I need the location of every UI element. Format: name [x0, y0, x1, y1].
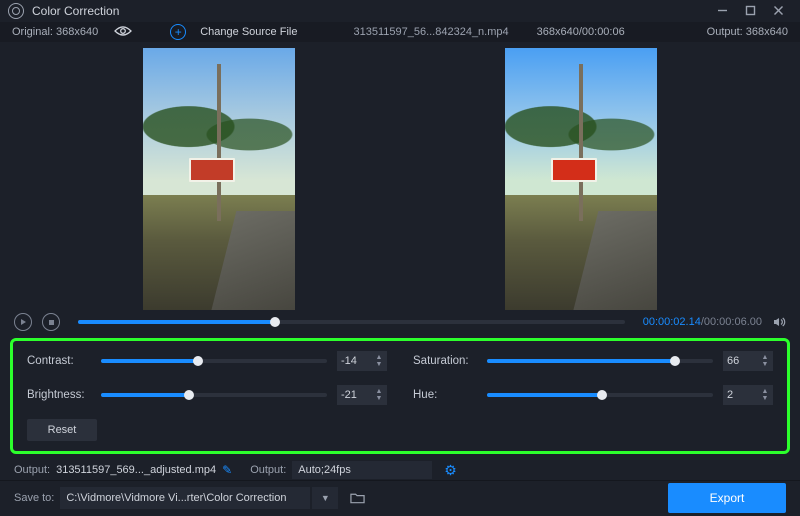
info-header: Original: 368x640 Change Source File 313…: [0, 23, 800, 42]
brightness-label: Brightness:: [27, 389, 91, 401]
preview-output: [505, 48, 657, 310]
play-icon: [21, 319, 26, 325]
stop-button[interactable]: [42, 313, 60, 331]
chevron-up-icon[interactable]: ▲: [373, 388, 385, 395]
close-button[interactable]: [764, 1, 792, 21]
export-button[interactable]: Export: [668, 483, 786, 513]
save-row: Save to: C:\Vidmore\Vidmore Vi...rter\Co…: [0, 481, 800, 516]
saturation-label: Saturation:: [413, 355, 477, 367]
chevron-up-icon[interactable]: ▲: [373, 354, 385, 361]
minimize-button[interactable]: [708, 1, 736, 21]
chevron-down-icon[interactable]: ▼: [373, 395, 385, 402]
contrast-label: Contrast:: [27, 355, 91, 367]
contrast-value-stepper[interactable]: -14▲▼: [337, 351, 387, 371]
color-controls-panel: Contrast: -14▲▼ Saturation: 66▲▼ Brightn…: [10, 338, 790, 454]
timeline-slider[interactable]: [78, 320, 625, 324]
play-button[interactable]: [14, 313, 32, 331]
original-size-label: Original: 368x640: [12, 26, 98, 38]
edit-output-name-icon[interactable]: ✎: [222, 463, 232, 477]
titlebar: Color Correction: [0, 0, 800, 23]
output-filename: 313511597_569..._adjusted.mp4: [56, 464, 216, 476]
chevron-down-icon[interactable]: ▼: [759, 395, 771, 402]
saturation-control: Saturation: 66▲▼: [413, 351, 773, 371]
preview-area: [0, 42, 800, 310]
brightness-value-stepper[interactable]: -21▲▼: [337, 385, 387, 405]
output-format-prefix: Output:: [250, 464, 286, 476]
transport-bar: 00:00:02.14/00:00:06.00: [0, 310, 800, 334]
saturation-value-stepper[interactable]: 66▲▼: [723, 351, 773, 371]
saturation-slider[interactable]: [487, 359, 713, 363]
chevron-down-icon[interactable]: ▼: [759, 361, 771, 368]
contrast-control: Contrast: -14▲▼: [27, 351, 387, 371]
open-folder-button[interactable]: [344, 487, 370, 509]
chevron-down-icon[interactable]: ▼: [373, 361, 385, 368]
source-dims-duration: 368x640/00:00:06: [537, 26, 625, 38]
chevron-up-icon[interactable]: ▲: [759, 388, 771, 395]
app-window: Color Correction Original: 368x640 Chang…: [0, 0, 800, 516]
output-info-row: Output: 313511597_569..._adjusted.mp4 ✎ …: [0, 460, 800, 479]
brightness-control: Brightness: -21▲▼: [27, 385, 387, 405]
source-filename: 313511597_56...842324_n.mp4: [353, 26, 508, 38]
hue-label: Hue:: [413, 389, 477, 401]
maximize-button[interactable]: [736, 1, 764, 21]
save-path-dropdown[interactable]: ▼: [312, 487, 338, 509]
change-source-button[interactable]: Change Source File: [200, 26, 297, 38]
save-path-field[interactable]: C:\Vidmore\Vidmore Vi...rter\Color Corre…: [60, 487, 310, 509]
output-file-prefix: Output:: [14, 464, 50, 476]
window-title: Color Correction: [32, 4, 119, 18]
time-current: 00:00:02.14: [643, 316, 701, 328]
volume-icon[interactable]: [772, 315, 786, 329]
hue-slider[interactable]: [487, 393, 713, 397]
app-icon: [8, 3, 24, 19]
time-duration: /00:00:06.00: [701, 316, 762, 328]
contrast-slider[interactable]: [101, 359, 327, 363]
output-settings-icon[interactable]: ⚙: [444, 462, 457, 479]
brightness-slider[interactable]: [101, 393, 327, 397]
reset-button[interactable]: Reset: [27, 419, 97, 441]
hue-value-stepper[interactable]: 2▲▼: [723, 385, 773, 405]
output-format-select[interactable]: Auto;24fps: [292, 461, 432, 479]
preview-toggle-icon[interactable]: [114, 25, 132, 40]
add-source-icon[interactable]: [170, 24, 186, 40]
save-to-label: Save to:: [14, 492, 54, 504]
output-size-label: Output: 368x640: [707, 26, 788, 38]
stop-icon: [49, 320, 54, 325]
chevron-up-icon[interactable]: ▲: [759, 354, 771, 361]
hue-control: Hue: 2▲▼: [413, 385, 773, 405]
timecode: 00:00:02.14/00:00:06.00: [643, 316, 762, 328]
preview-original: [143, 48, 295, 310]
